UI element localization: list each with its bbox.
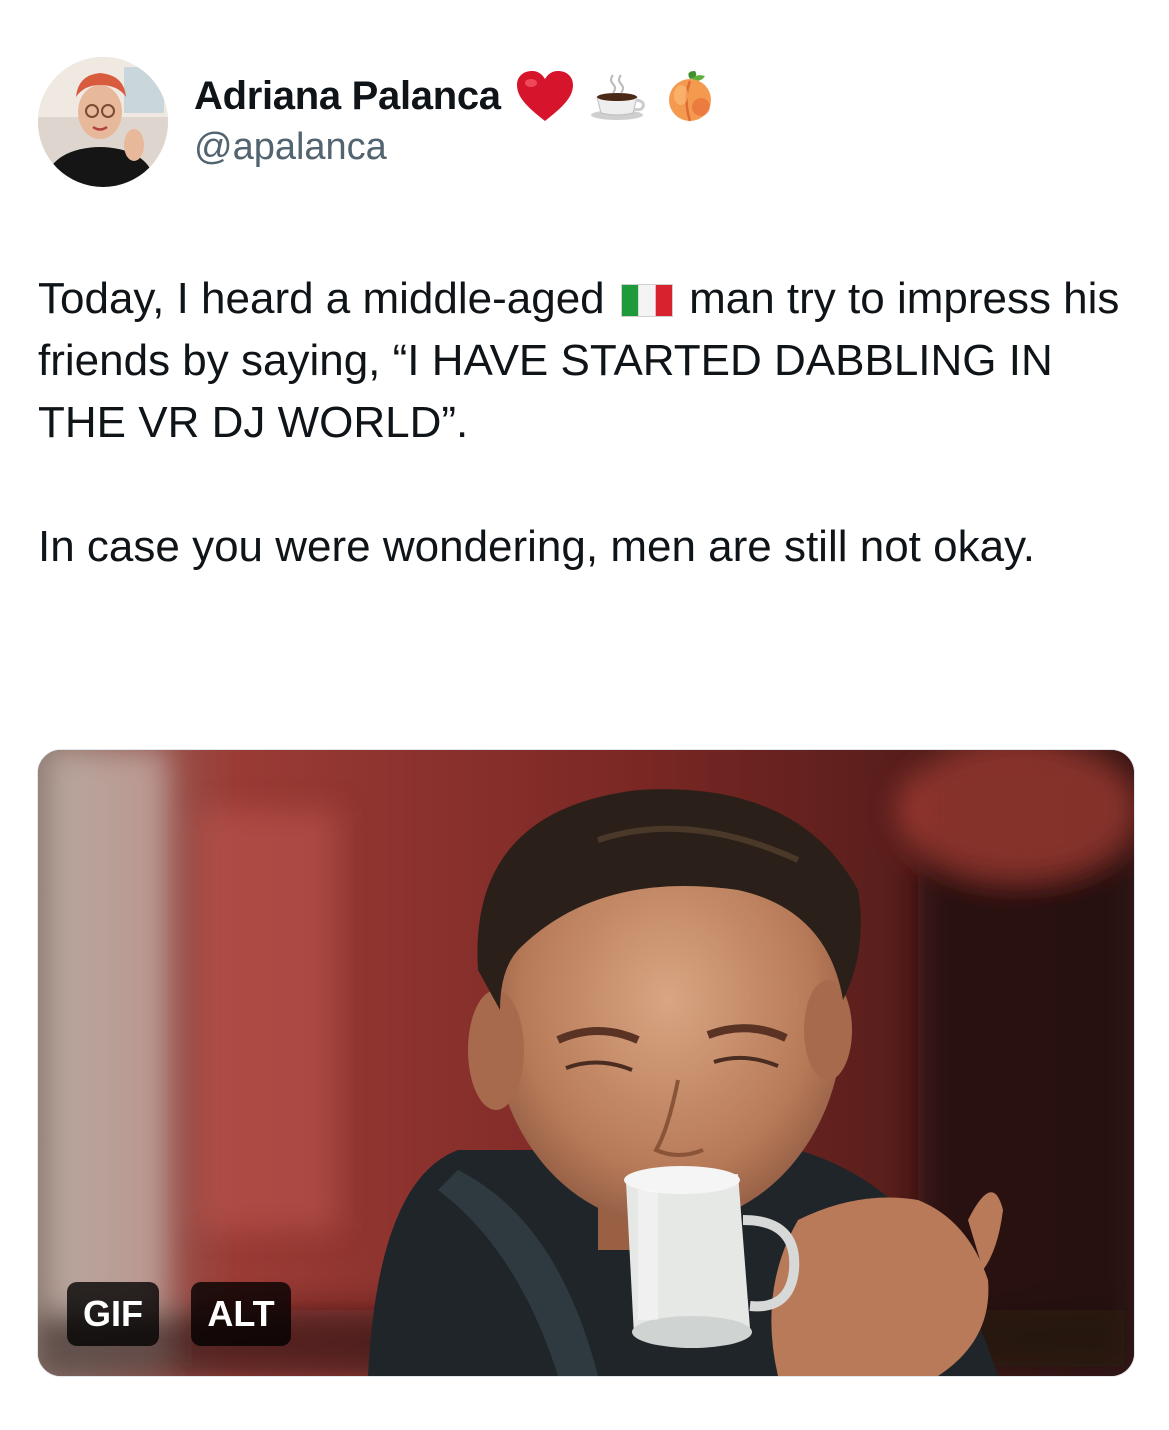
- alt-text-button[interactable]: ALT: [191, 1282, 291, 1346]
- coffee-cup-icon: [589, 71, 649, 121]
- italy-flag-icon: [620, 284, 673, 317]
- heart-icon: [515, 69, 575, 123]
- avatar[interactable]: [38, 57, 168, 187]
- tweet-paragraph-1: Today, I heard a middle-aged man try to …: [38, 268, 1138, 454]
- peach-icon: [663, 69, 717, 123]
- author-handle[interactable]: @apalanca: [194, 126, 387, 169]
- gif-badge[interactable]: GIF: [67, 1282, 159, 1346]
- author-name-row: Adriana Palanca: [194, 68, 717, 124]
- tweet-media-gif[interactable]: GIF ALT: [37, 749, 1135, 1377]
- tweet-text: Today, I heard a middle-aged man try to …: [38, 268, 1138, 578]
- tweet-text-part-1: Today, I heard a middle-aged: [38, 274, 617, 323]
- tweet-paragraph-2: In case you were wondering, men are stil…: [38, 522, 1036, 571]
- author-display-name[interactable]: Adriana Palanca: [194, 74, 501, 119]
- avatar-image: [38, 57, 168, 187]
